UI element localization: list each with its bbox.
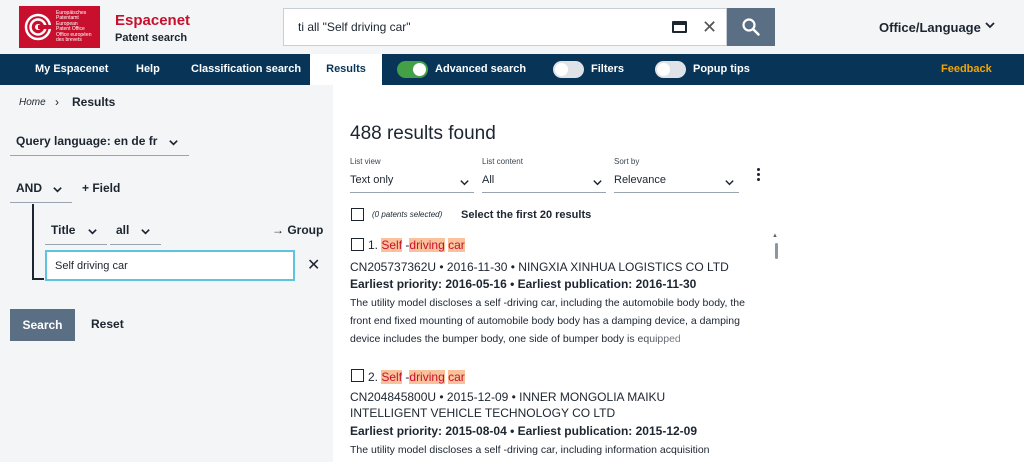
chevron-down-icon: [53, 187, 62, 193]
highlight-term: Self: [381, 238, 403, 252]
result-title-link[interactable]: 1. Self -driving car: [368, 238, 465, 252]
operator-select[interactable]: AND: [10, 175, 72, 203]
office-language-menu[interactable]: Office/Language: [879, 20, 981, 35]
chevron-down-icon[interactable]: [984, 19, 996, 31]
tree-line: [32, 204, 34, 280]
toggle-knob: [555, 63, 568, 76]
list-content-select[interactable]: List content All: [482, 157, 606, 193]
brand[interactable]: Espacenet Patent search: [115, 12, 190, 44]
search-button[interactable]: [727, 8, 775, 46]
search-box: ✕: [283, 8, 727, 46]
nav-my-espacenet[interactable]: My Espacenet: [35, 54, 108, 85]
brand-name: Espacenet: [115, 12, 191, 29]
result-checkbox[interactable]: [351, 238, 364, 251]
chevron-down-icon: [593, 180, 602, 186]
query-language-label: Query language: en de fr: [16, 134, 158, 148]
advanced-search-toggle[interactable]: [397, 61, 428, 78]
header: Europäisches Patentamt European Patent O…: [0, 0, 1024, 54]
nav-advanced-search[interactable]: Advanced search: [435, 54, 526, 85]
search-input[interactable]: [296, 9, 656, 45]
nav-popup-tips[interactable]: Popup tips: [693, 54, 750, 85]
toggle-knob: [413, 63, 426, 76]
nav-results[interactable]: Results: [310, 54, 382, 85]
sort-by-value: Relevance: [614, 174, 666, 186]
brand-subtitle: Patent search: [115, 32, 188, 44]
field-value-input[interactable]: [45, 250, 295, 281]
results-count: 488 results found: [350, 123, 496, 144]
match-value: all: [116, 223, 130, 237]
abstract-fade: [620, 327, 760, 349]
result-priority: Earliest priority: 2015-08-04 • Earliest…: [350, 424, 698, 438]
group-button[interactable]: → Group: [272, 223, 323, 237]
popup-tips-toggle[interactable]: [655, 61, 686, 78]
breadcrumb-current: Results: [72, 95, 116, 109]
result-abstract: The utility model discloses a self -driv…: [350, 444, 710, 456]
select-all-checkbox[interactable]: [351, 208, 364, 221]
nav-help[interactable]: Help: [136, 54, 160, 85]
breadcrumb-home[interactable]: Home: [19, 97, 46, 108]
chevron-down-icon: [725, 180, 734, 186]
highlight-term: car: [448, 238, 465, 252]
chevron-down-icon: [141, 229, 150, 235]
nav-feedback[interactable]: Feedback: [941, 54, 992, 85]
tree-line: [32, 278, 44, 280]
list-content-value: All: [482, 174, 495, 186]
add-field-button[interactable]: + Field: [82, 181, 120, 195]
result-title-link[interactable]: 2. Self -driving car: [368, 370, 465, 384]
list-content-label: List content: [482, 157, 523, 166]
clear-field-icon[interactable]: ✕: [307, 255, 320, 275]
epo-logo-text: Europäisches Patentamt European Patent O…: [56, 9, 92, 43]
main-nav: My Espacenet Help Classification search …: [0, 54, 1024, 85]
result-meta: CN204845800U • 2015-12-09 • INNER MONGOL…: [350, 390, 666, 420]
chevron-down-icon: [169, 140, 178, 146]
epo-logo-mark-icon: [24, 13, 53, 41]
sort-by-label: Sort by: [614, 157, 640, 166]
result-number: 2.: [368, 370, 379, 384]
highlight-term: driving: [409, 238, 445, 252]
breadcrumb-separator-icon: ›: [55, 95, 59, 109]
toggle-knob: [657, 63, 670, 76]
highlight-term: driving: [409, 370, 445, 384]
match-select[interactable]: all: [110, 217, 161, 245]
nav-classification-search[interactable]: Classification search: [191, 54, 301, 85]
more-options-icon[interactable]: [757, 168, 761, 183]
filters-toggle[interactable]: [553, 61, 584, 78]
highlight-term: car: [448, 370, 465, 384]
result-checkbox[interactable]: [351, 369, 364, 382]
result-priority: Earliest priority: 2016-05-16 • Earliest…: [350, 277, 697, 291]
list-view-label: List view: [350, 157, 381, 166]
operator-value: AND: [16, 181, 42, 195]
chevron-down-icon: [460, 180, 469, 186]
field-value: Title: [51, 223, 76, 237]
chevron-down-icon: [88, 229, 97, 235]
sort-by-select[interactable]: Sort by Relevance: [614, 157, 739, 193]
results-scrollbar[interactable]: [773, 236, 779, 462]
result-number: 1.: [368, 238, 379, 252]
search-icon: [742, 18, 760, 36]
field-select[interactable]: Title: [45, 217, 107, 245]
reset-button[interactable]: Reset: [91, 317, 124, 331]
epo-logo[interactable]: Europäisches Patentamt European Patent O…: [19, 6, 100, 48]
query-panel: Home › Results Query language: en de fr …: [0, 85, 333, 462]
nav-filters[interactable]: Filters: [591, 54, 624, 85]
window-icon[interactable]: [672, 21, 687, 33]
list-view-select[interactable]: List view Text only: [350, 157, 474, 193]
search-submit-button[interactable]: Search: [10, 309, 75, 341]
clear-search-icon[interactable]: ✕: [702, 16, 717, 38]
scroll-up-icon[interactable]: ▲: [772, 233, 778, 239]
highlight-term: Self: [381, 370, 403, 384]
select-first-20-link[interactable]: Select the first 20 results: [461, 209, 591, 221]
scrollbar-thumb[interactable]: [775, 243, 778, 259]
result-meta: CN205737362U • 2016-11-30 • NINGXIA XINH…: [350, 260, 729, 274]
list-view-value: Text only: [350, 174, 394, 186]
selected-count-note: (0 patents selected): [372, 210, 443, 219]
query-language-select[interactable]: Query language: en de fr: [10, 127, 189, 156]
